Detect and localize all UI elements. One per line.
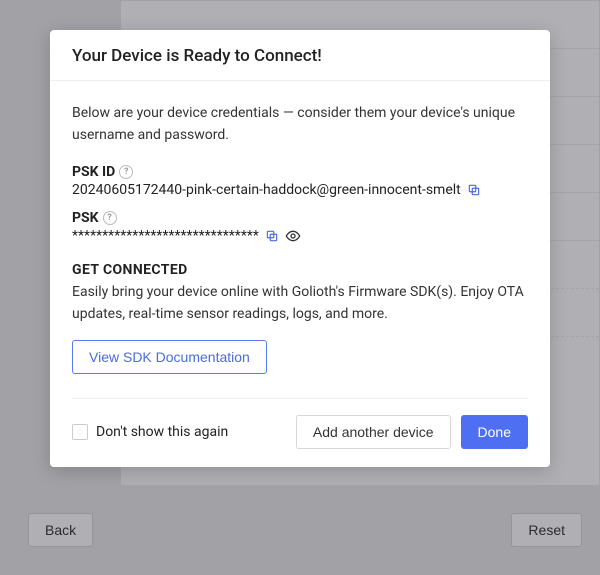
dont-show-again-checkbox[interactable]: Don't show this again <box>72 424 228 440</box>
modal-intro-text: Below are your device credentials — cons… <box>72 103 528 146</box>
help-icon[interactable]: ? <box>103 211 117 225</box>
copy-icon[interactable] <box>467 183 481 197</box>
eye-icon[interactable] <box>285 228 301 244</box>
get-connected-label: GET CONNECTED <box>72 262 528 278</box>
psk-label: PSK <box>72 210 99 226</box>
psk-id-label-row: PSK ID ? <box>72 164 528 180</box>
modal-header: Your Device is Ready to Connect! <box>50 30 550 81</box>
copy-icon[interactable] <box>265 229 279 243</box>
modal-overlay: Your Device is Ready to Connect! Below a… <box>0 0 600 575</box>
dont-show-again-label: Don't show this again <box>96 424 228 440</box>
get-connected-text: Easily bring your device online with Gol… <box>72 282 528 325</box>
psk-id-label: PSK ID <box>72 164 115 180</box>
psk-value: ******************************* <box>72 228 259 244</box>
modal-body: Below are your device credentials — cons… <box>50 81 550 398</box>
help-icon[interactable]: ? <box>119 165 133 179</box>
checkbox-box[interactable] <box>72 424 88 440</box>
modal-title: Your Device is Ready to Connect! <box>72 46 528 66</box>
modal-footer: Don't show this again Add another device… <box>50 399 550 467</box>
device-ready-modal: Your Device is Ready to Connect! Below a… <box>50 30 550 467</box>
psk-id-value-row: 20240605172440-pink-certain-haddock@gree… <box>72 182 528 198</box>
done-button[interactable]: Done <box>461 415 528 449</box>
add-another-device-button[interactable]: Add another device <box>296 415 451 449</box>
view-sdk-docs-button[interactable]: View SDK Documentation <box>72 340 267 374</box>
psk-label-row: PSK ? <box>72 210 528 226</box>
psk-value-row: ******************************* <box>72 228 528 244</box>
psk-id-value: 20240605172440-pink-certain-haddock@gree… <box>72 182 461 198</box>
